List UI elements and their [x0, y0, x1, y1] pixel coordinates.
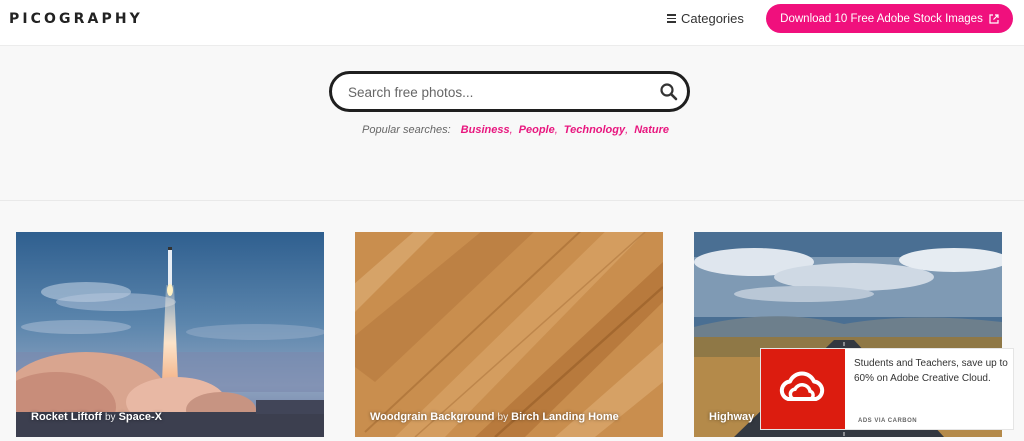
download-adobe-stock-label: Download 10 Free Adobe Stock Images — [780, 12, 983, 25]
photo-caption: Highway — [709, 411, 754, 423]
hamburger-icon — [667, 14, 676, 23]
categories-label: Categories — [681, 11, 744, 26]
photo-card-woodgrain[interactable]: Woodgrain Background by Birch Landing Ho… — [355, 232, 663, 437]
popular-search-nature[interactable]: Nature — [634, 124, 669, 136]
separator: , — [509, 124, 513, 136]
photo-card-rocket-liftoff[interactable]: Rocket Liftoff by Space-X — [16, 232, 324, 437]
popular-searches: Popular searches: Business, People, Technol… — [362, 124, 669, 136]
photo-author[interactable]: Birch Landing Home — [511, 411, 619, 423]
search-box — [329, 71, 690, 112]
adobe-creative-cloud-icon — [779, 371, 825, 401]
categories-menu-button[interactable]: Categories — [667, 11, 744, 26]
popular-search-technology[interactable]: Technology — [564, 124, 625, 136]
carbon-ad[interactable]: Students and Teachers, save up to 60% on… — [760, 348, 1014, 430]
photo-caption: Woodgrain Background by Birch Landing Ho… — [370, 411, 619, 423]
search-icon[interactable] — [659, 82, 679, 102]
separator: , — [554, 124, 558, 136]
photo-title: Highway — [709, 411, 755, 423]
by-label: by — [497, 412, 509, 423]
top-navbar: PICOGRAPHY Categories Download 10 Free A… — [0, 0, 1024, 46]
download-adobe-stock-button[interactable]: Download 10 Free Adobe Stock Images — [766, 4, 1013, 33]
photo-title: Rocket Liftoff — [31, 411, 102, 423]
photo-title: Woodgrain Background — [370, 411, 495, 423]
by-label: by — [104, 412, 116, 423]
ad-text: Students and Teachers, save up to 60% on… — [854, 358, 1008, 384]
search-hero: Popular searches:Business,People,Technol… — [0, 47, 1024, 201]
site-logo[interactable]: PICOGRAPHY — [9, 11, 143, 27]
ad-image — [761, 349, 845, 429]
photo-woodgrain-background — [355, 232, 663, 437]
photo-rocket-liftoff — [16, 232, 324, 437]
photo-author[interactable]: Space-X — [119, 411, 162, 423]
separator: , — [625, 124, 629, 136]
ads-via-carbon-link[interactable]: ADS VIA CARBON — [858, 418, 917, 424]
popular-searches-label: Popular searches: — [362, 124, 451, 136]
external-link-icon — [989, 13, 999, 24]
search-input[interactable] — [348, 82, 648, 102]
photo-caption: Rocket Liftoff by Space-X — [31, 411, 162, 423]
popular-search-business[interactable]: Business — [461, 124, 510, 136]
popular-search-people[interactable]: People — [519, 124, 555, 136]
